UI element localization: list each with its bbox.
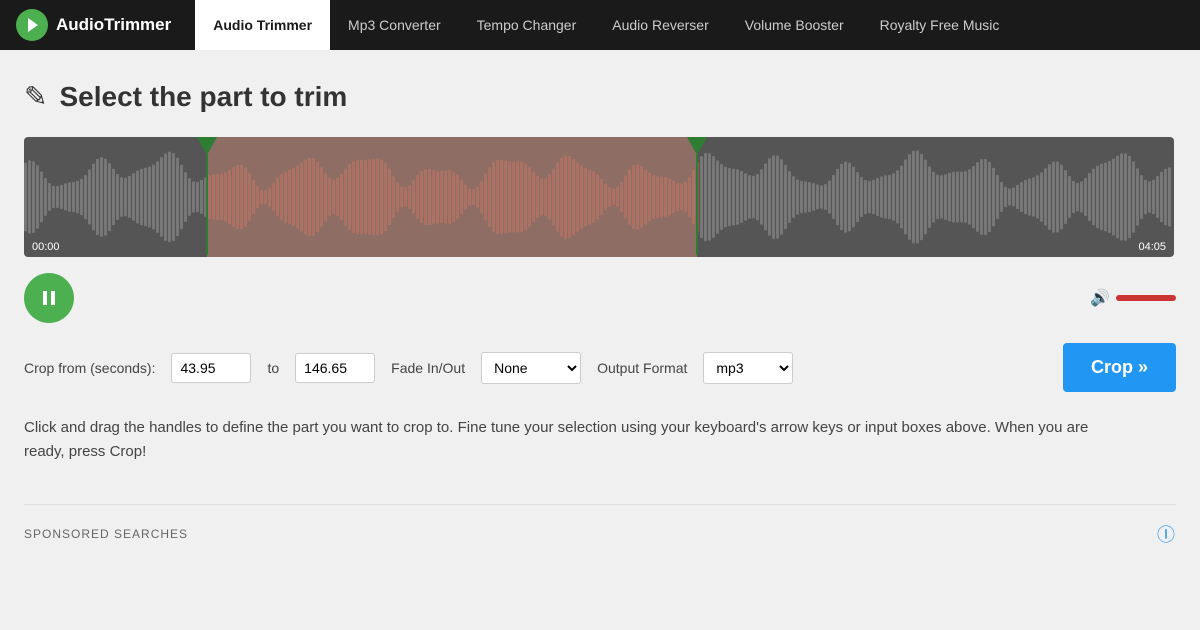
handle-left-marker [197, 137, 217, 155]
nav-volume-booster[interactable]: Volume Booster [727, 0, 862, 50]
play-pause-button[interactable] [24, 273, 74, 323]
logo[interactable]: AudioTrimmer [16, 9, 171, 41]
volume-icon: 🔊 [1090, 288, 1110, 308]
nav-mp3-converter[interactable]: Mp3 Converter [330, 0, 459, 50]
crop-from-input[interactable] [171, 353, 251, 383]
nav-links: Audio Trimmer Mp3 Converter Tempo Change… [195, 0, 1017, 50]
format-select[interactable]: mp3 wav ogg m4a [703, 352, 793, 384]
crop-from-label: Crop from (seconds): [24, 360, 155, 376]
instructions-text: Click and drag the handles to define the… [24, 416, 1124, 464]
handle-left[interactable] [198, 137, 216, 255]
nav-audio-reverser[interactable]: Audio Reverser [594, 0, 727, 50]
edit-icon: ✎ [24, 80, 47, 113]
fade-label: Fade In/Out [391, 360, 465, 376]
time-start: 00:00 [32, 241, 60, 253]
nav-tempo-changer[interactable]: Tempo Changer [459, 0, 595, 50]
pause-icon [40, 289, 58, 307]
page-title: Select the part to trim [59, 81, 347, 113]
handle-right-line [696, 155, 698, 255]
volume-slider[interactable] [1116, 295, 1176, 301]
logo-icon [16, 9, 48, 41]
handle-right[interactable] [688, 137, 706, 255]
crop-to-input[interactable] [295, 353, 375, 383]
format-label: Output Format [597, 360, 687, 376]
handle-right-marker [687, 137, 707, 155]
footer-bar: SPONSORED SEARCHES ⓘ [24, 504, 1176, 547]
crop-settings-row: Crop from (seconds): to Fade In/Out None… [24, 343, 1176, 392]
waveform-container[interactable]: 00:00 04:05 [24, 137, 1174, 257]
fade-select[interactable]: None Fade In Fade Out Both [481, 352, 581, 384]
sponsored-label: SPONSORED SEARCHES [24, 527, 188, 541]
crop-button[interactable]: Crop » [1063, 343, 1176, 392]
nav-royalty-free-music[interactable]: Royalty Free Music [862, 0, 1018, 50]
time-end: 04:05 [1138, 241, 1166, 253]
nav-audio-trimmer[interactable]: Audio Trimmer [195, 0, 330, 50]
footer-icon: ⓘ [1157, 521, 1176, 547]
logo-text: AudioTrimmer [56, 15, 171, 35]
to-label: to [267, 360, 279, 376]
selection-overlay [207, 137, 697, 257]
handle-left-line [206, 155, 208, 255]
navbar: AudioTrimmer Audio Trimmer Mp3 Converter… [0, 0, 1200, 50]
volume-controls: 🔊 [1090, 288, 1176, 308]
page-title-row: ✎ Select the part to trim [24, 80, 1176, 113]
controls-row: 🔊 [24, 273, 1176, 323]
